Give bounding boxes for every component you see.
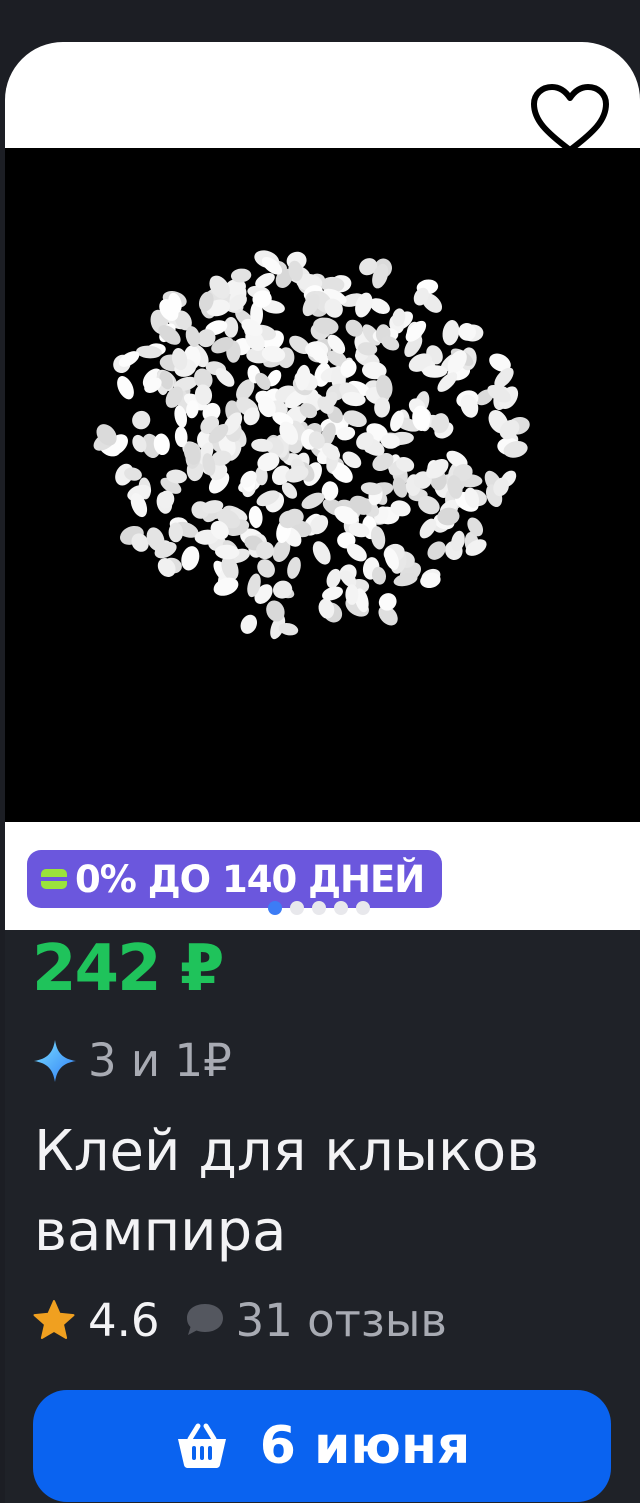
reviews-count: 31 отзыв bbox=[235, 1293, 447, 1347]
gallery-pagination[interactable] bbox=[268, 901, 370, 915]
rating-row[interactable]: 4.6 31 отзыв bbox=[32, 1290, 447, 1350]
product-image-pellets bbox=[93, 250, 530, 640]
favorite-button[interactable] bbox=[530, 84, 610, 156]
product-price: 242 ₽ bbox=[32, 932, 224, 1006]
star-icon bbox=[33, 1300, 75, 1339]
pellet bbox=[240, 614, 258, 634]
pellet bbox=[345, 584, 359, 605]
gallery-dot[interactable] bbox=[312, 901, 326, 915]
pellet bbox=[117, 376, 134, 400]
bonus-row: 3 и 1₽ bbox=[32, 1034, 232, 1087]
status-bar-area bbox=[0, 0, 640, 42]
product-card[interactable]: 0% ДО 140 ДНЕЙ bbox=[5, 42, 640, 1503]
add-to-cart-button[interactable]: 6 июня bbox=[33, 1390, 611, 1502]
product-photo[interactable] bbox=[5, 148, 640, 822]
bonus-text: 3 и 1₽ bbox=[88, 1034, 232, 1087]
gallery-dot[interactable] bbox=[268, 901, 282, 915]
rating-value: 4.6 bbox=[88, 1293, 160, 1347]
gallery-dot[interactable] bbox=[290, 901, 304, 915]
pellet bbox=[256, 541, 275, 560]
gallery-dot[interactable] bbox=[334, 901, 348, 915]
delivery-date-label: 6 июня bbox=[259, 1416, 471, 1476]
heart-icon bbox=[531, 84, 609, 153]
product-title[interactable]: Клей для клыков вампира bbox=[34, 1112, 614, 1272]
installment-badge-label: 0% ДО 140 ДНЕЙ bbox=[75, 857, 425, 901]
pellet bbox=[287, 556, 301, 579]
sparkle-icon bbox=[34, 1039, 76, 1082]
pellet bbox=[312, 541, 331, 565]
installment-badge[interactable]: 0% ДО 140 ДНЕЙ bbox=[27, 850, 443, 908]
card-icon bbox=[41, 869, 67, 889]
pellet bbox=[132, 410, 151, 430]
pellet bbox=[272, 580, 293, 599]
pellet bbox=[248, 505, 263, 529]
pellet bbox=[181, 546, 200, 571]
gallery-dot[interactable] bbox=[356, 901, 370, 915]
pellet bbox=[442, 320, 460, 346]
speech-bubble-icon bbox=[186, 1304, 223, 1335]
basket-icon bbox=[177, 1423, 226, 1468]
